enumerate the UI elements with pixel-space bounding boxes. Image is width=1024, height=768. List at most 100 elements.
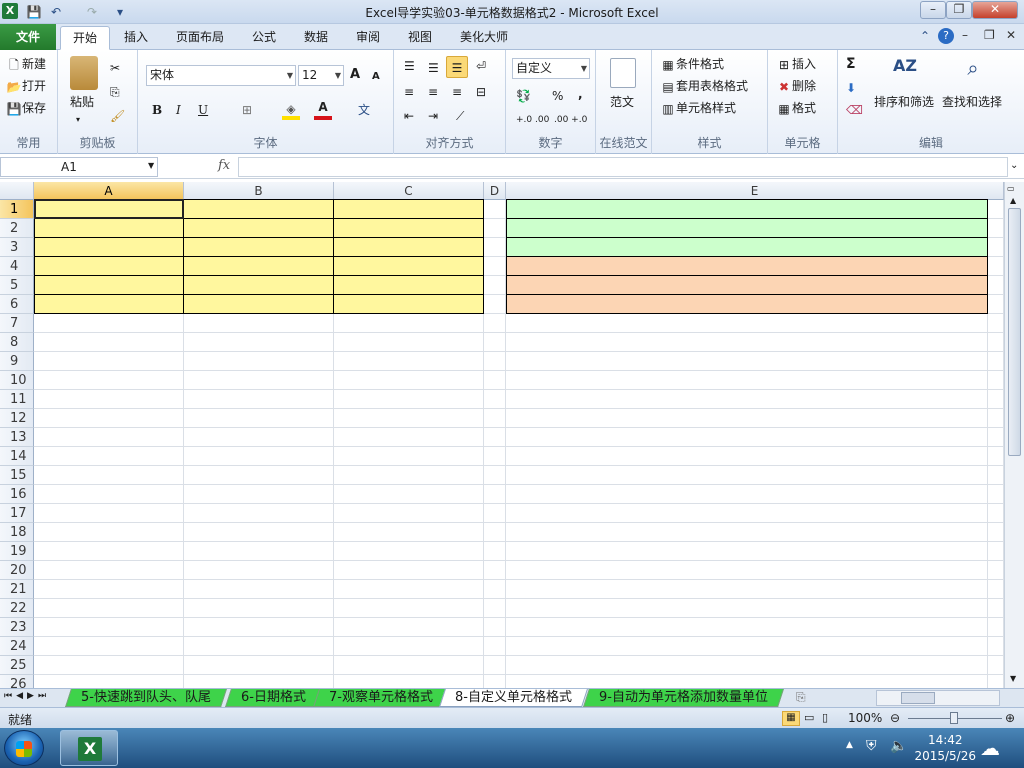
font-color-icon[interactable]: A xyxy=(314,100,332,120)
tab-beautify[interactable]: 美化大师 xyxy=(448,26,520,50)
cell[interactable] xyxy=(334,238,484,257)
font-name-combo[interactable]: 宋体 ▼ xyxy=(146,65,296,86)
taskbar-excel-button[interactable]: X xyxy=(60,730,118,766)
row-header[interactable]: 17 xyxy=(0,504,34,523)
paste-icon[interactable] xyxy=(70,56,98,90)
delete-cells-button[interactable]: ✖ 删除 xyxy=(776,78,816,95)
insert-cells-button[interactable]: ⊞ 插入 xyxy=(776,56,816,73)
close-button[interactable]: ✕ xyxy=(972,1,1018,19)
cell[interactable] xyxy=(988,466,1004,485)
sheet-tab-5[interactable]: 5-快速跳到队头、队尾 xyxy=(65,689,227,707)
cell[interactable] xyxy=(988,523,1004,542)
row-header[interactable]: 6 xyxy=(0,295,34,314)
row-header[interactable]: 18 xyxy=(0,523,34,542)
cell[interactable] xyxy=(334,371,484,390)
cell[interactable] xyxy=(34,409,184,428)
vertical-scrollbar[interactable]: ▭ ▲ ▼ xyxy=(1004,182,1024,688)
cell[interactable] xyxy=(484,276,506,295)
cell[interactable] xyxy=(34,447,184,466)
cell[interactable] xyxy=(484,314,506,333)
currency-icon[interactable]: 💱 xyxy=(516,88,531,104)
cell[interactable] xyxy=(34,466,184,485)
cell[interactable] xyxy=(506,447,988,466)
cell[interactable] xyxy=(988,371,1004,390)
cell[interactable] xyxy=(34,599,184,618)
sheet-nav-icons[interactable]: ⏮◀▶⏭ xyxy=(4,691,50,701)
cell[interactable] xyxy=(34,542,184,561)
cell[interactable] xyxy=(184,523,334,542)
row-header[interactable]: 16 xyxy=(0,485,34,504)
page-layout-view-icon[interactable]: ▭ xyxy=(804,711,814,724)
autosum-button[interactable]: Σ xyxy=(846,56,856,72)
cell[interactable] xyxy=(484,200,506,219)
tab-home[interactable]: 开始 xyxy=(60,26,111,50)
cell[interactable] xyxy=(334,447,484,466)
cut-icon[interactable]: ✂ xyxy=(110,60,120,76)
cell[interactable] xyxy=(34,238,184,257)
cell[interactable] xyxy=(484,504,506,523)
row-header[interactable]: 12 xyxy=(0,409,34,428)
vertical-scroll-thumb[interactable] xyxy=(1008,208,1021,456)
phonetic-icon[interactable]: 文 xyxy=(358,102,370,118)
cell[interactable] xyxy=(184,637,334,656)
row-header[interactable]: 9 xyxy=(0,352,34,371)
cell[interactable] xyxy=(506,333,988,352)
cell[interactable] xyxy=(484,409,506,428)
cell[interactable] xyxy=(484,637,506,656)
cell[interactable] xyxy=(34,656,184,675)
cell[interactable] xyxy=(184,390,334,409)
sheet-tab-8[interactable]: 8-自定义单元格格式 xyxy=(439,689,588,707)
cell[interactable] xyxy=(184,428,334,447)
column-header-a[interactable]: A xyxy=(34,182,184,200)
align-left-icon[interactable]: ≡ xyxy=(404,84,414,100)
cell[interactable] xyxy=(334,675,484,688)
minimize-button[interactable]: – xyxy=(920,1,946,19)
cell[interactable] xyxy=(184,485,334,504)
tab-insert[interactable]: 插入 xyxy=(112,26,160,50)
cell[interactable] xyxy=(334,466,484,485)
column-header-c[interactable]: C xyxy=(334,182,484,200)
save-ribbon-button[interactable]: 💾保存 xyxy=(6,100,47,117)
cell[interactable] xyxy=(184,618,334,637)
template-button[interactable]: 范文 xyxy=(610,94,634,110)
cell[interactable] xyxy=(988,447,1004,466)
row-header[interactable]: 2 xyxy=(0,219,34,238)
bold-button[interactable]: B xyxy=(152,102,162,118)
cell[interactable] xyxy=(334,276,484,295)
template-icon[interactable] xyxy=(610,58,636,88)
align-bottom-icon[interactable]: ☰ xyxy=(446,56,468,78)
row-header[interactable]: 8 xyxy=(0,333,34,352)
cell[interactable] xyxy=(506,561,988,580)
row-header[interactable]: 4 xyxy=(0,257,34,276)
cell[interactable] xyxy=(34,390,184,409)
cell[interactable] xyxy=(506,199,988,219)
cell[interactable] xyxy=(988,409,1004,428)
cell[interactable] xyxy=(184,257,334,276)
cell[interactable] xyxy=(484,675,506,688)
cell[interactable] xyxy=(506,371,988,390)
doc-minimize-icon[interactable]: – xyxy=(962,28,968,42)
row-header[interactable]: 20 xyxy=(0,561,34,580)
cell[interactable] xyxy=(184,542,334,561)
clear-icon[interactable]: ⌫ xyxy=(846,102,863,118)
cell[interactable] xyxy=(184,675,334,688)
cell[interactable] xyxy=(484,238,506,257)
cell[interactable] xyxy=(34,314,184,333)
cell[interactable] xyxy=(506,295,988,314)
cell[interactable] xyxy=(506,580,988,599)
cell[interactable] xyxy=(484,485,506,504)
name-box-dropdown-icon[interactable]: ▼ xyxy=(148,161,154,170)
weather-icon[interactable]: ☁ xyxy=(980,736,1000,760)
tab-formulas[interactable]: 公式 xyxy=(240,26,288,50)
cell[interactable] xyxy=(334,295,484,314)
column-header-d[interactable]: D xyxy=(484,182,506,200)
increase-decimal-button[interactable]: +.0 .00 xyxy=(516,112,549,128)
cell[interactable] xyxy=(506,314,988,333)
orientation-icon[interactable]: ⟋ xyxy=(456,108,464,124)
split-handle-icon[interactable]: ▭ xyxy=(1007,184,1015,193)
help-icon[interactable]: ? xyxy=(938,28,954,44)
cell[interactable] xyxy=(184,599,334,618)
cell[interactable] xyxy=(484,295,506,314)
cell[interactable] xyxy=(988,580,1004,599)
cell[interactable] xyxy=(484,352,506,371)
